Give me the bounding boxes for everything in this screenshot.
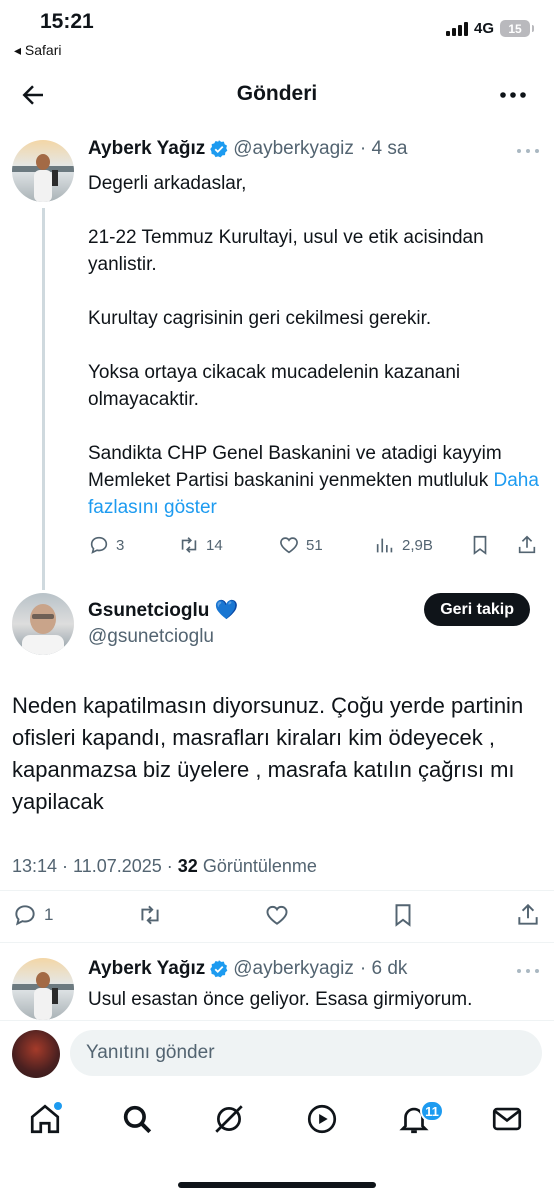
heart-icon[interactable] <box>264 902 290 928</box>
view-count: 32 <box>177 856 198 876</box>
retweet-icon[interactable] <box>137 902 163 928</box>
new-content-dot <box>54 1102 62 1110</box>
like-count: 51 <box>306 536 323 554</box>
reply-count: 1 <box>44 905 54 924</box>
author-handle[interactable]: @ayberkyagiz <box>233 958 354 980</box>
status-right: 4G 15 <box>445 20 534 37</box>
network-type: 4G <box>473 20 494 37</box>
divider <box>0 1020 554 1021</box>
verified-icon <box>210 140 228 158</box>
tab-grok[interactable] <box>212 1102 246 1136</box>
tweet-header: Ayberk Yağız @ayberkyagiz · 4 sa <box>88 138 407 160</box>
author-name[interactable]: Gsunetcioglu 💙 <box>88 598 238 622</box>
verified-icon <box>210 960 228 978</box>
tweet-text-content: Degerli arkadaslar, 21-22 Temmuz Kurulta… <box>88 173 502 491</box>
share-icon[interactable] <box>515 902 541 928</box>
video-icon <box>307 1104 337 1134</box>
tab-search[interactable] <box>120 1102 154 1136</box>
author-handle[interactable]: @ayberkyagiz <box>233 138 354 160</box>
reply-header: Ayberk Yağız @ayberkyagiz · 6 dk <box>88 958 407 980</box>
tweet-text: Degerli arkadaslar, 21-22 Temmuz Kurulta… <box>88 170 544 521</box>
tab-bar <box>0 1090 554 1160</box>
divider <box>0 890 554 891</box>
view-label[interactable]: Görüntülenme <box>198 856 317 876</box>
tweet-time: · 4 sa <box>359 138 408 159</box>
follow-back-button[interactable]: Geri takip <box>424 593 530 626</box>
author-handle[interactable]: @gsunetcioglu <box>88 626 214 648</box>
main-tweet-actions: 1 <box>12 902 542 928</box>
status-time: 15:21 <box>40 10 94 33</box>
avatar[interactable] <box>12 140 74 202</box>
reply-icon <box>90 536 108 554</box>
retweet-icon <box>181 537 197 553</box>
main-tweet-text: Neden kapatilmasın diyorsunuz. Çoğu yerd… <box>12 693 524 814</box>
tweet-actions: 3 14 51 2,9B <box>88 534 544 558</box>
tweet-meta: 13:14 · 11.07.2025 · 32 Görüntülenme <box>12 856 317 877</box>
like-button[interactable]: 51 <box>278 534 323 556</box>
back-to-safari[interactable]: ◂ Safari <box>14 42 62 59</box>
heart-icon <box>280 537 298 554</box>
notification-badge: 11 <box>420 1100 444 1122</box>
reply-icon <box>15 905 35 926</box>
tweet-more-icon[interactable] <box>516 146 540 156</box>
battery-icon: 15 <box>500 20 534 37</box>
reply-input[interactable]: Yanıtını gönder <box>70 1030 542 1076</box>
main-author-handle-row: @gsunetcioglu <box>88 626 214 648</box>
thread-line <box>42 208 45 590</box>
status-bar: 15:21 ◂ Safari 4G 15 <box>0 0 554 68</box>
reply-bar: Yanıtını gönder <box>0 1020 554 1084</box>
retweet-button[interactable]: 14 <box>178 534 223 556</box>
view-count: 2,9B <box>402 536 433 554</box>
views-button[interactable]: 2,9B <box>374 534 433 556</box>
tweet-time: · 6 dk <box>359 958 408 979</box>
author-name[interactable]: Ayberk Yağız <box>88 958 205 980</box>
more-options-icon[interactable] <box>498 82 528 108</box>
signal-icon <box>445 21 468 36</box>
page-title: Gönderi <box>236 82 318 105</box>
page-header: Gönderi <box>0 68 554 124</box>
main-author: Gsunetcioglu 💙 <box>88 598 238 622</box>
home-indicator[interactable] <box>178 1182 376 1188</box>
divider <box>0 942 554 943</box>
reply-text: Usul esastan önce geliyor. Esasa girmiyo… <box>88 989 473 1010</box>
views-icon <box>376 538 393 553</box>
reply-button[interactable]: 3 <box>88 534 124 556</box>
bookmark-icon[interactable] <box>469 534 491 556</box>
tab-video[interactable] <box>305 1102 339 1136</box>
reply-count: 3 <box>116 536 125 554</box>
avatar[interactable] <box>12 958 74 1020</box>
search-icon <box>123 1105 152 1134</box>
retweet-count: 14 <box>206 536 223 554</box>
avatar[interactable] <box>12 593 74 655</box>
messages-icon <box>492 1107 522 1131</box>
my-avatar[interactable] <box>12 1030 60 1078</box>
grok-icon <box>215 1105 243 1133</box>
share-icon[interactable] <box>516 534 538 556</box>
tweet-more-icon[interactable] <box>516 966 540 976</box>
bookmark-icon[interactable] <box>390 902 416 928</box>
reply-button[interactable]: 1 <box>12 902 53 928</box>
author-name[interactable]: Ayberk Yağız <box>88 138 205 160</box>
tweet-timestamp: 13:14 · 11.07.2025 · <box>12 856 178 876</box>
tab-messages[interactable] <box>490 1102 524 1136</box>
